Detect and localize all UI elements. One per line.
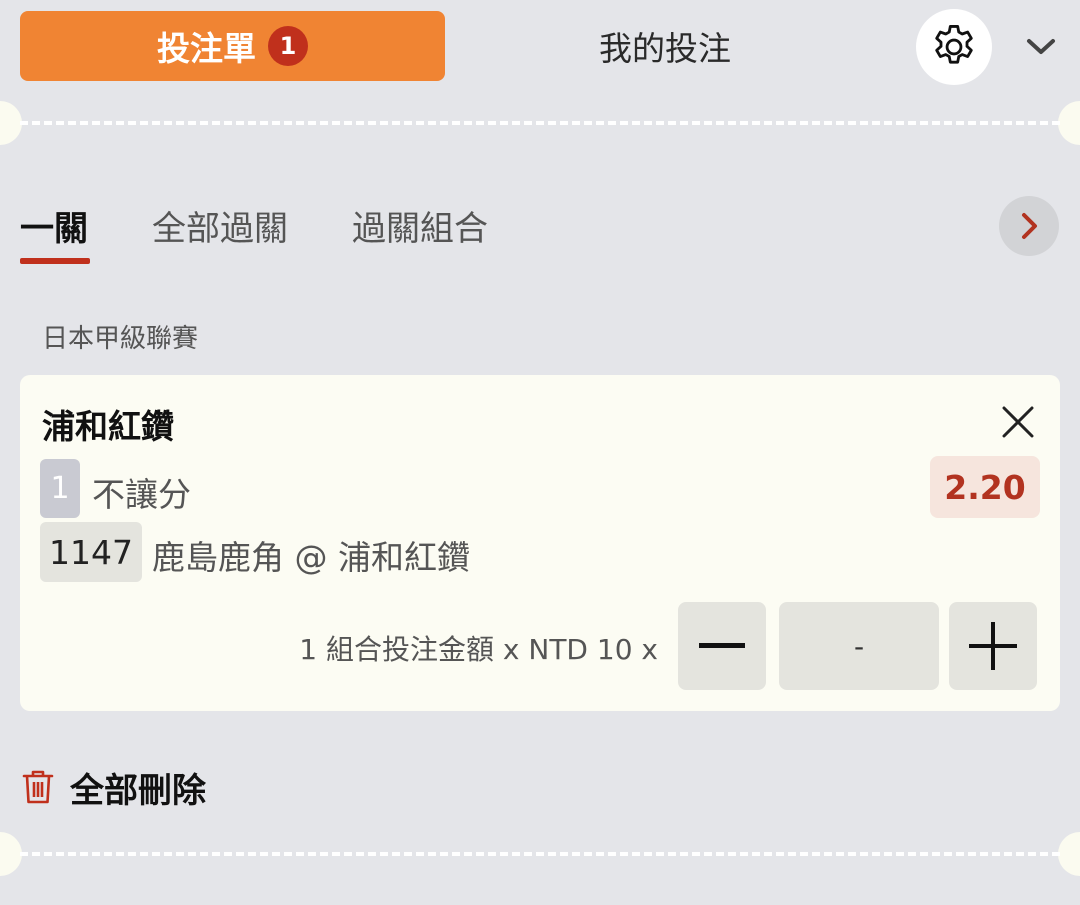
stake-increase-button[interactable] bbox=[949, 602, 1037, 690]
trash-icon bbox=[22, 770, 54, 804]
ticket-notch-right bbox=[1058, 101, 1080, 145]
betslip-label: 投注單 bbox=[157, 29, 256, 68]
selected-team: 浦和紅鑽 bbox=[42, 407, 174, 446]
tab-single-label: 一關 bbox=[20, 208, 88, 249]
my-bets-label: 我的投注 bbox=[599, 29, 731, 68]
stake-decrease-button[interactable] bbox=[678, 602, 766, 690]
tab-my-bets[interactable]: 我的投注 bbox=[520, 11, 810, 81]
tab-betslip[interactable]: 投注單 1 bbox=[20, 11, 445, 81]
tab-single[interactable]: 一關 bbox=[20, 200, 88, 250]
tab-parlay-combo[interactable]: 過關組合 bbox=[352, 200, 488, 250]
league-name: 日本甲級聯賽 bbox=[42, 324, 199, 354]
plus-icon bbox=[969, 622, 1017, 670]
stake-input[interactable] bbox=[779, 602, 939, 690]
ticket-divider bbox=[20, 121, 1060, 125]
chevron-down-icon bbox=[1027, 39, 1055, 54]
chevron-right-icon bbox=[1022, 213, 1037, 239]
match-code: 1147 bbox=[40, 522, 142, 582]
close-icon bbox=[1002, 406, 1034, 438]
ticket-notch-left-bottom bbox=[0, 832, 22, 876]
active-tab-indicator bbox=[20, 258, 90, 264]
ticket-divider-bottom bbox=[20, 852, 1060, 856]
match-name: 鹿島鹿角 @ 浦和紅鑽 bbox=[152, 538, 470, 577]
minus-icon bbox=[699, 643, 745, 648]
betslip-count-badge: 1 bbox=[268, 26, 308, 66]
selection-code: 1 bbox=[40, 459, 80, 518]
tabs-next-button[interactable] bbox=[999, 196, 1059, 256]
ticket-notch-right-bottom bbox=[1058, 832, 1080, 876]
stake-label: 1 組合投注金額 x NTD 10 x bbox=[299, 633, 658, 666]
market-name: 不讓分 bbox=[92, 475, 191, 514]
collapse-button[interactable] bbox=[1018, 26, 1064, 68]
remove-bet-button[interactable] bbox=[994, 398, 1042, 446]
delete-all-button[interactable]: 全部刪除 bbox=[22, 762, 206, 812]
ticket-notch-left bbox=[0, 101, 22, 145]
tab-all-parlay-label: 全部過關 bbox=[152, 208, 288, 249]
settings-button[interactable] bbox=[916, 9, 992, 85]
tab-all-parlay[interactable]: 全部過關 bbox=[152, 200, 288, 250]
delete-all-label: 全部刪除 bbox=[70, 770, 206, 811]
gear-icon bbox=[935, 25, 973, 64]
tab-parlay-combo-label: 過關組合 bbox=[352, 208, 488, 249]
odds-value: 2.20 bbox=[930, 456, 1040, 518]
